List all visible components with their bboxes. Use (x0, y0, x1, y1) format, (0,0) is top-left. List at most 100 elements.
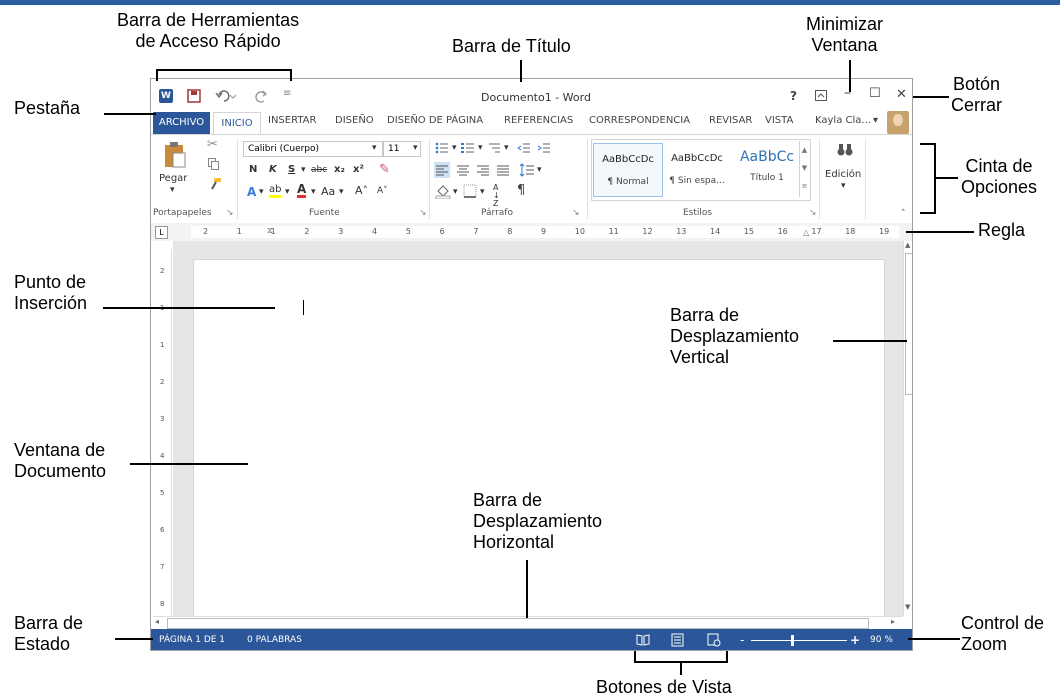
style-no-spacing[interactable]: AaBbCcDc ¶ Sin espa... (663, 143, 731, 195)
clear-formatting-icon[interactable]: ✎ (379, 162, 390, 177)
zoom-out-button[interactable]: - (740, 633, 744, 647)
tab-inicio[interactable]: INICIO (213, 112, 261, 134)
font-color-icon[interactable]: A (297, 183, 307, 198)
tab-revisar[interactable]: REVISAR (709, 115, 752, 126)
decrease-indent-icon[interactable] (517, 141, 531, 155)
subscript-button[interactable]: x₂ (334, 164, 345, 175)
print-layout-icon[interactable] (671, 633, 684, 647)
shading-icon[interactable] (435, 183, 451, 199)
change-case-button[interactable]: Aa (321, 185, 335, 198)
tab-vista[interactable]: VISTA (765, 115, 793, 126)
italic-button[interactable]: K (269, 164, 277, 175)
zoom-slider-track[interactable] (751, 640, 847, 641)
read-mode-icon[interactable] (636, 634, 650, 646)
scroll-left-icon[interactable]: ◂ (155, 617, 159, 626)
scroll-down-icon[interactable]: ▼ (905, 603, 910, 611)
tab-referencias[interactable]: REFERENCIAS (504, 115, 573, 126)
leader-minimize (849, 60, 851, 92)
horizontal-ruler[interactable]: L 2 1 1 2 3 4 5 6 7 8 9 10 11 12 13 14 15 16 17 18 19 ⧖ △ (151, 223, 912, 241)
editing-label: Edición (825, 169, 862, 180)
collapse-ribbon-icon[interactable]: ˄ (901, 209, 906, 219)
vertical-scroll-thumb[interactable] (905, 253, 912, 395)
vertical-scrollbar[interactable]: ▲ ▼ (903, 241, 912, 616)
bold-button[interactable]: N (249, 164, 257, 175)
tab-diseno[interactable]: DISEÑO (335, 115, 374, 126)
font-name-select[interactable]: Calibri (Cuerpo) (243, 141, 383, 157)
ribbon-display-options-icon[interactable] (815, 90, 827, 101)
multilevel-list-icon[interactable] (487, 141, 501, 155)
title-bar: W ≡ Documento1 - Word ? – ☐ ✕ (151, 79, 912, 112)
save-icon[interactable] (187, 89, 201, 103)
scroll-up-icon[interactable]: ▲ (905, 241, 910, 249)
leader-tab (104, 113, 156, 115)
editing-button[interactable]: Edición ▾ (823, 139, 867, 199)
zoom-level[interactable]: 90 % (870, 635, 893, 645)
scroll-right-icon[interactable]: ▸ (891, 617, 895, 626)
redo-icon[interactable] (255, 89, 269, 103)
word-logo-icon: W (159, 89, 173, 103)
ruler-number: 3 (338, 227, 344, 236)
style-heading-1[interactable]: AaBbCc Título 1 (733, 143, 801, 195)
paragraph-launcher-icon[interactable]: ↘ (572, 208, 580, 218)
user-menu-arrow[interactable]: ▾ (873, 115, 878, 126)
top-accent-strip (0, 0, 1060, 5)
shrink-font-button[interactable]: A˅ (377, 186, 388, 196)
highlight-icon[interactable]: ab (269, 184, 282, 198)
horizontal-scrollbar[interactable]: ◂ ▸ (153, 616, 903, 629)
increase-indent-icon[interactable] (537, 141, 551, 155)
close-button[interactable]: ✕ (896, 87, 907, 102)
align-left-icon[interactable] (434, 162, 450, 178)
line-spacing-icon[interactable] (519, 162, 535, 178)
sort-button[interactable]: A↓Z (493, 184, 505, 208)
cut-icon[interactable]: ✂ (207, 137, 218, 152)
styles-scroll[interactable]: ▲ ▼ ≡ (799, 141, 809, 197)
text-effects-icon[interactable]: A (247, 185, 256, 199)
vertical-ruler[interactable]: 2112345678 (157, 249, 172, 619)
page-count[interactable]: PÁGINA 1 DE 1 (159, 635, 225, 645)
document-area (173, 241, 903, 631)
word-count[interactable]: 0 PALABRAS (247, 635, 302, 645)
customize-qat-icon[interactable]: ≡ (283, 88, 291, 99)
tab-insertar[interactable]: INSERTAR (268, 115, 316, 126)
zoom-slider-thumb[interactable] (791, 635, 794, 646)
avatar[interactable] (887, 111, 909, 134)
tab-archivo[interactable]: ARCHIVO (153, 112, 210, 134)
ruler-number: 16 (777, 227, 788, 236)
vertical-ruler-number: 3 (160, 415, 165, 423)
horizontal-scroll-thumb[interactable] (167, 618, 869, 629)
borders-icon[interactable] (463, 184, 477, 198)
font-launcher-icon[interactable]: ↘ (419, 208, 427, 218)
user-name[interactable]: Kayla Cla... (815, 115, 871, 126)
tab-correspondencia[interactable]: CORRESPONDENCIA (589, 115, 690, 126)
bullets-icon[interactable] (435, 141, 449, 155)
justify-icon[interactable] (495, 162, 511, 178)
tab-selector-icon[interactable]: L (155, 226, 168, 239)
clipboard-launcher-icon[interactable]: ↘ (226, 208, 234, 218)
strikethrough-button[interactable]: abc (311, 165, 327, 175)
help-button[interactable]: ? (790, 89, 797, 103)
leader-status (115, 638, 153, 640)
ruler-number: 2 (203, 227, 209, 236)
align-center-icon[interactable] (455, 162, 471, 178)
styles-launcher-icon[interactable]: ↘ (809, 208, 817, 218)
underline-button[interactable]: S (288, 164, 295, 175)
zoom-in-button[interactable]: + (850, 633, 860, 647)
align-right-icon[interactable] (475, 162, 491, 178)
copy-icon[interactable] (208, 158, 220, 170)
grow-font-button[interactable]: A˄ (355, 184, 368, 197)
style-normal[interactable]: AaBbCcDc ¶ Normal (593, 143, 663, 197)
show-hide-marks-button[interactable]: ¶ (517, 183, 525, 198)
tab-diseno-de-pagina[interactable]: DISEÑO DE PÁGINA (387, 115, 483, 126)
format-painter-icon[interactable] (208, 177, 222, 191)
group-separator (819, 139, 820, 219)
right-indent-marker-icon[interactable]: △ (803, 228, 809, 237)
callout-zoom: Control de Zoom (961, 613, 1045, 654)
paste-button[interactable]: Pegar ▾ (157, 139, 193, 199)
left-indent-marker-icon[interactable]: ⧖ (267, 226, 273, 236)
undo-icon[interactable] (215, 89, 237, 103)
web-layout-icon[interactable] (707, 633, 721, 647)
superscript-button[interactable]: x² (353, 164, 364, 175)
ruler-number: 15 (743, 227, 754, 236)
maximize-button[interactable]: ☐ (869, 86, 881, 101)
numbering-icon[interactable] (461, 141, 475, 155)
